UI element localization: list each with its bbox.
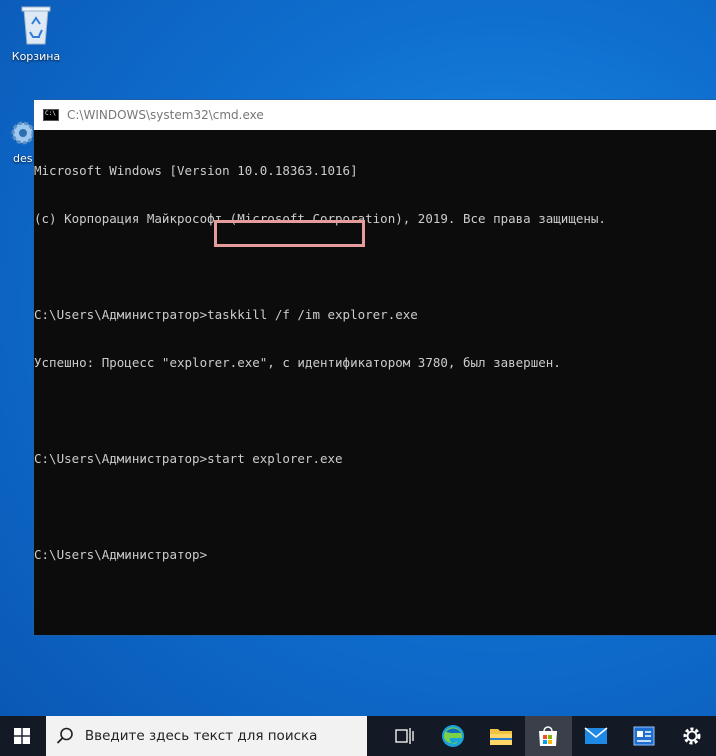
mail-button[interactable] xyxy=(572,716,620,756)
task-view-button[interactable] xyxy=(381,716,429,756)
edge-icon xyxy=(441,725,464,747)
settings-shortcut-label: des xyxy=(13,152,33,165)
console-line: Успешно: Процесс "explorer.exe", с идент… xyxy=(34,355,561,370)
window-title: C:\WINDOWS\system32\cmd.exe xyxy=(67,108,264,122)
recycle-bin-label: Корзина xyxy=(11,50,61,63)
search-placeholder: Введите здесь текст для поиска xyxy=(84,728,318,744)
command-highlight-box xyxy=(214,220,365,247)
recycle-bin-icon xyxy=(21,6,51,45)
task-view-icon xyxy=(395,728,414,744)
window-titlebar[interactable]: C:\WINDOWS\system32\cmd.exe xyxy=(34,100,716,130)
news-icon xyxy=(633,726,655,746)
search-input[interactable]: Введите здесь текст для поиска xyxy=(45,716,367,756)
console-line: (c) Корпорация Майкрософт (Microsoft Cor… xyxy=(34,211,606,226)
settings-icon xyxy=(683,727,701,745)
console-line: C:\Users\Администратор> xyxy=(34,547,208,562)
search-icon xyxy=(56,727,73,744)
recycle-bin-desktop-icon[interactable]: Корзина xyxy=(6,2,66,63)
store-button[interactable] xyxy=(524,716,573,756)
cmd-window[interactable]: C:\WINDOWS\system32\cmd.exe Microsoft Wi… xyxy=(34,100,716,635)
start-button[interactable] xyxy=(0,716,44,756)
console-output[interactable]: Microsoft Windows [Version 10.0.18363.10… xyxy=(34,130,716,611)
console-line: C:\Users\Администратор>start explorer.ex… xyxy=(34,451,343,466)
console-line: C:\Users\Администратор>taskkill /f /im e… xyxy=(34,307,418,322)
store-icon xyxy=(539,726,558,746)
file-explorer-icon xyxy=(489,729,512,745)
windows-logo-icon xyxy=(13,728,30,744)
news-button[interactable] xyxy=(620,716,668,756)
console-line: Microsoft Windows [Version 10.0.18363.10… xyxy=(34,163,358,178)
console-icon xyxy=(43,109,59,121)
mail-icon xyxy=(584,727,608,744)
settings-button[interactable] xyxy=(668,716,716,756)
taskbar: Введите здесь текст для поиска xyxy=(0,716,716,756)
file-explorer-button[interactable] xyxy=(477,716,525,756)
edge-button[interactable] xyxy=(429,716,477,756)
